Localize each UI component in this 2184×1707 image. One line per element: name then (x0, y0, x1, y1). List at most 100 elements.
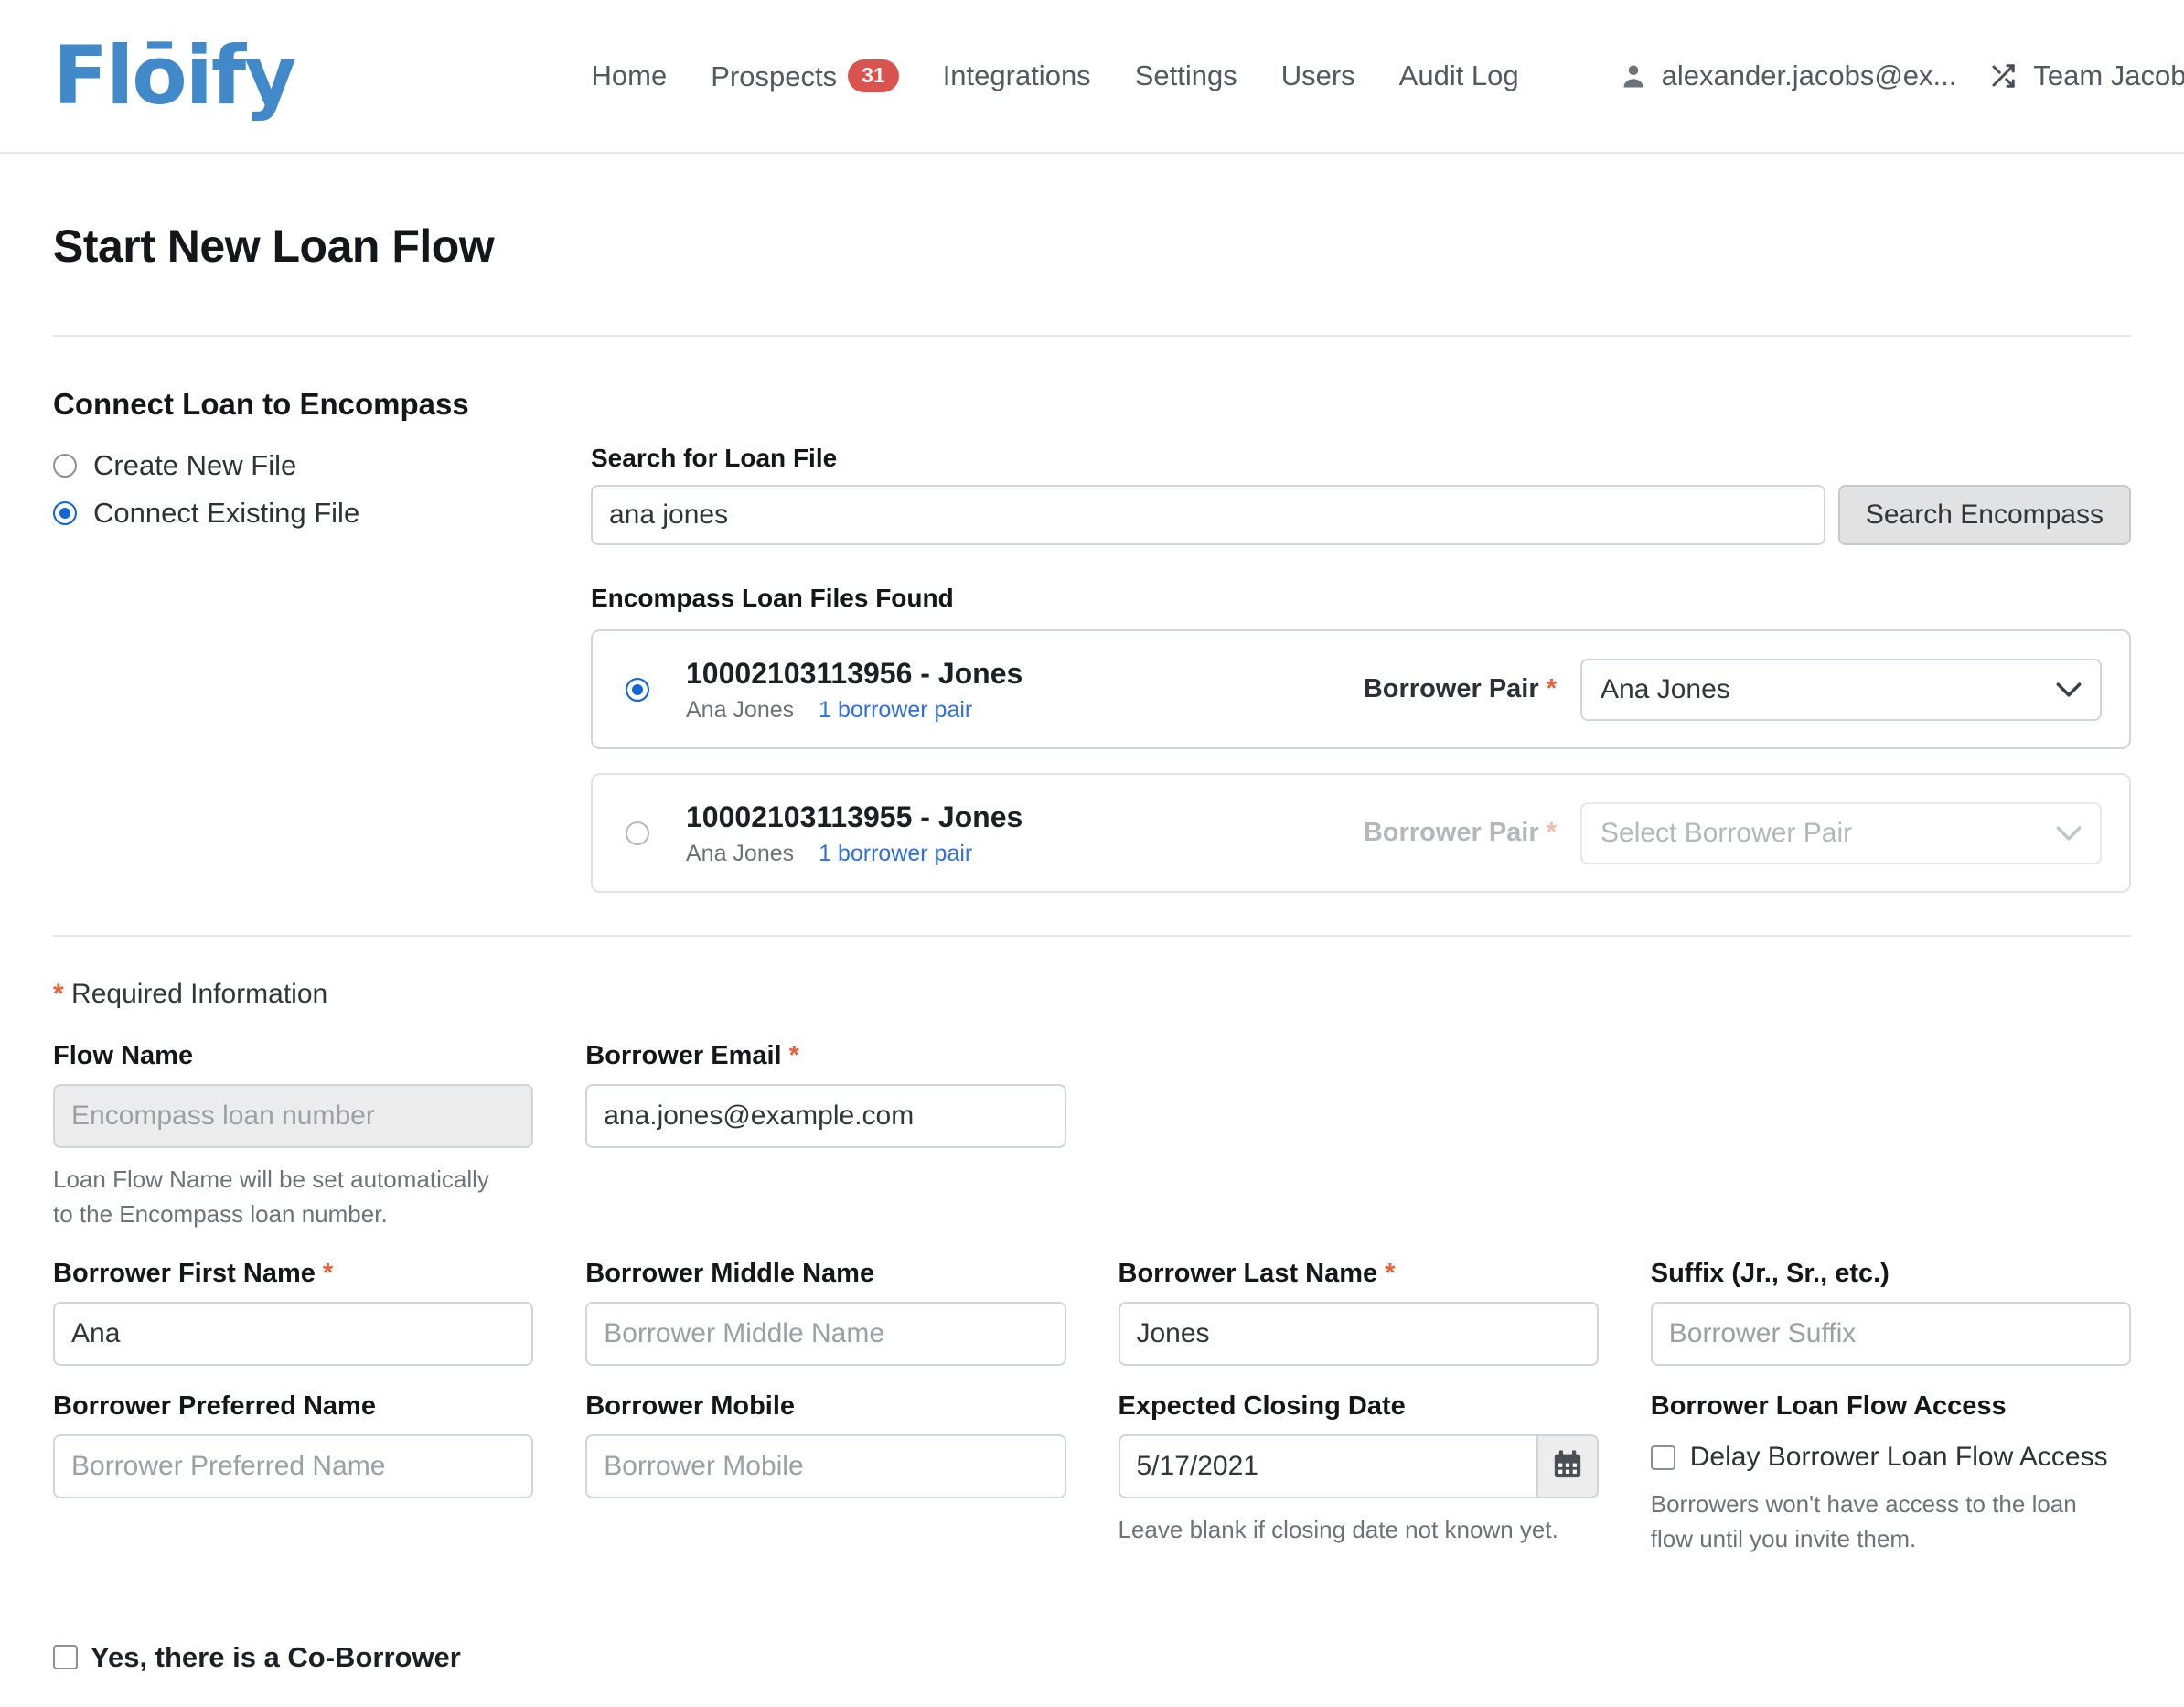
borrower-suffix-label: Suffix (Jr., Sr., etc.) (1650, 1259, 1890, 1289)
loan-result-name: 10002103113955 - Jones (686, 800, 1023, 833)
field-borrower-last-name: Borrower Last Name * (1118, 1259, 1599, 1367)
borrower-suffix-input[interactable] (1650, 1302, 2131, 1367)
field-borrower-preferred-name: Borrower Preferred Name (53, 1391, 534, 1556)
borrower-pair-select[interactable]: Ana Jones (1580, 658, 2102, 721)
field-borrower-first-name: Borrower First Name * (53, 1259, 534, 1367)
loan-result-meta: Ana Jones 1 borrower pair (686, 841, 1022, 867)
borrower-last-name-label: Borrower Last Name * (1119, 1259, 1599, 1289)
borrower-first-name-input[interactable] (53, 1302, 534, 1367)
search-row: Search Encompass (591, 485, 2131, 545)
borrower-mobile-label: Borrower Mobile (585, 1391, 796, 1422)
field-borrower-email: Borrower Email * (585, 1041, 1066, 1231)
calendar-icon (1552, 1449, 1583, 1485)
borrower-first-name-label: Borrower First Name * (53, 1259, 533, 1289)
borrower-email-label: Borrower Email * (585, 1041, 1065, 1071)
search-loan-file-input[interactable] (591, 485, 1825, 545)
loan-result-card[interactable]: 10002103113955 - Jones Ana Jones 1 borro… (591, 773, 2131, 893)
search-loan-file-label: Search for Loan File (591, 444, 838, 472)
loan-result-meta: Ana Jones 1 borrower pair (686, 697, 1022, 724)
title-divider (53, 335, 2131, 337)
borrower-pair-label-text: Borrower Pair (1363, 674, 1539, 703)
radio-connect-existing-file[interactable]: Connect Existing File (53, 497, 591, 530)
radio-create-new-file-control[interactable] (53, 454, 77, 478)
search-encompass-button[interactable]: Search Encompass (1837, 485, 2131, 545)
expected-closing-date-input[interactable] (1118, 1434, 1537, 1499)
nav-item-home[interactable]: Home (570, 59, 690, 92)
borrower-pair-label: Borrower Pair * (1364, 818, 1557, 848)
field-borrower-suffix: Suffix (Jr., Sr., etc.) (1650, 1259, 2131, 1367)
delay-loan-flow-access-checkbox[interactable] (1650, 1444, 1675, 1470)
expected-closing-date-help: Leave blank if closing date not known ye… (1118, 1516, 1558, 1544)
loan-result-radio[interactable] (626, 821, 649, 845)
loan-result-info: 10002103113955 - Jones Ana Jones 1 borro… (686, 799, 1022, 867)
user-email-label: alexander.jacobs@ex... (1661, 59, 1957, 91)
loan-result-name: 10002103113956 - Jones (686, 657, 1023, 690)
borrower-loan-flow-access-help: Borrowers won't have access to the loan … (1650, 1490, 2077, 1553)
form-row-3: Borrower Preferred Name Borrower Mobile … (53, 1391, 2131, 1556)
borrower-last-name-input[interactable] (1118, 1302, 1599, 1367)
borrower-first-name-label-text: Borrower First Name (53, 1259, 316, 1289)
nav-item-users[interactable]: Users (1259, 59, 1377, 92)
connect-mode-radios: Create New File Connect Existing File (53, 444, 591, 917)
radio-connect-existing-file-control[interactable] (53, 501, 77, 525)
field-flow-name: Flow Name Loan Flow Name will be set aut… (53, 1041, 534, 1231)
coborrower-label: Yes, there is a Co-Borrower (91, 1640, 461, 1673)
coborrower-checkbox[interactable] (53, 1645, 78, 1670)
loan-result-info: 10002103113956 - Jones Ana Jones 1 borro… (686, 655, 1022, 724)
borrower-pair-label: Borrower Pair * (1364, 674, 1557, 704)
radio-create-new-file[interactable]: Create New File (53, 449, 591, 482)
nav-item-prospects[interactable]: Prospects 31 (689, 59, 920, 93)
delay-loan-flow-access-label: Delay Borrower Loan Flow Access (1689, 1442, 2108, 1473)
chevron-down-icon (2056, 818, 2082, 849)
spacer-col (1119, 1041, 1599, 1231)
field-borrower-loan-flow-access: Borrower Loan Flow Access Delay Borrower… (1650, 1391, 2131, 1556)
nav-item-integrations[interactable]: Integrations (921, 59, 1113, 92)
delay-loan-flow-access-row[interactable]: Delay Borrower Loan Flow Access (1650, 1442, 2131, 1473)
radio-create-new-file-label: Create New File (93, 449, 297, 481)
required-asterisk: * (53, 979, 64, 1009)
spacer-col (1651, 1041, 2131, 1231)
borrower-preferred-name-input[interactable] (53, 1434, 534, 1499)
borrower-preferred-name-label: Borrower Preferred Name (53, 1391, 376, 1422)
borrower-mobile-input[interactable] (585, 1434, 1066, 1499)
section-title-connect: Connect Loan to Encompass (53, 387, 469, 421)
nav-item-audit-log[interactable]: Audit Log (1377, 59, 1541, 92)
loan-result-borrower: Ana Jones (686, 697, 795, 723)
team-switcher[interactable]: Team Jacobs (1971, 59, 2184, 92)
top-navbar: Flōify Home Prospects 31 Integrations Set… (0, 0, 2184, 154)
flow-name-help: Loan Flow Name will be set automatically… (53, 1165, 489, 1228)
coborrower-row[interactable]: Yes, there is a Co-Borrower (53, 1641, 2131, 1674)
required-asterisk: * (1385, 1259, 1396, 1289)
calendar-picker-button[interactable] (1536, 1434, 1599, 1499)
page-title: Start New Loan Flow (53, 220, 495, 272)
connect-section: Create New File Connect Existing File Se… (53, 444, 2131, 917)
borrower-pair-selected-value: Select Borrower Pair (1601, 817, 1853, 848)
form-divider (53, 935, 2131, 937)
borrower-pair-select: Select Borrower Pair (1580, 801, 2102, 864)
nav-right-group: alexander.jacobs@ex... Team Jacobs (1605, 59, 2184, 92)
date-input-group (1118, 1434, 1599, 1499)
required-information-note: * Required Information (53, 979, 2131, 1010)
required-asterisk: * (788, 1041, 799, 1070)
borrower-last-name-label-text: Borrower Last Name (1118, 1259, 1378, 1289)
borrower-middle-name-label: Borrower Middle Name (585, 1259, 875, 1289)
shuffle-icon (1987, 62, 2018, 90)
borrower-pair-link[interactable]: 1 borrower pair (819, 841, 972, 866)
flow-name-input (53, 1084, 534, 1148)
page-content: Start New Loan Flow Connect Loan to Enco… (0, 220, 2184, 1674)
borrower-middle-name-input[interactable] (585, 1302, 1066, 1367)
field-borrower-mobile: Borrower Mobile (585, 1391, 1066, 1556)
radio-connect-existing-file-label: Connect Existing File (93, 497, 360, 529)
borrower-email-label-text: Borrower Email (585, 1041, 782, 1070)
nav-item-settings[interactable]: Settings (1113, 59, 1259, 92)
borrower-pair-link[interactable]: 1 borrower pair (819, 697, 972, 723)
required-information-text: Required Information (71, 979, 328, 1009)
loan-result-radio[interactable] (626, 677, 649, 702)
loan-result-card[interactable]: 10002103113956 - Jones Ana Jones 1 borro… (591, 629, 2131, 749)
brand-logo[interactable]: Flōify (53, 36, 297, 116)
field-expected-closing-date: Expected Closing Date Leave blank if clo… (1118, 1391, 1599, 1556)
borrower-email-input[interactable] (585, 1084, 1066, 1148)
user-menu[interactable]: alexander.jacobs@ex... (1605, 59, 1972, 92)
required-asterisk: * (1546, 818, 1557, 847)
team-name-label: Team Jacobs (2033, 59, 2184, 91)
